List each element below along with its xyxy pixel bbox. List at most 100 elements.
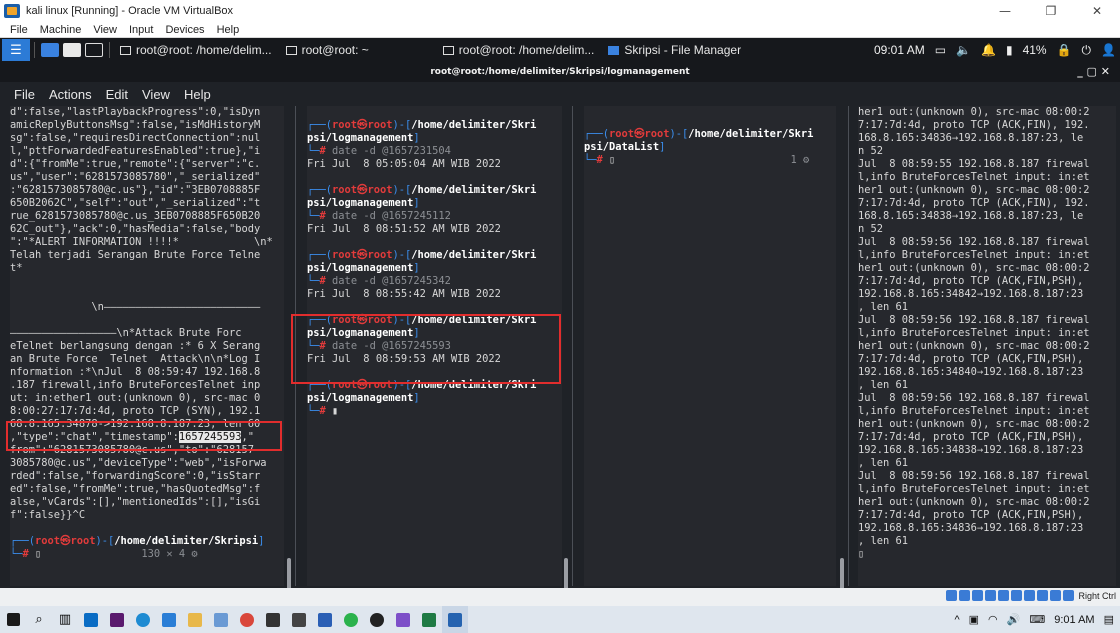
- menu-machine[interactable]: Machine: [40, 24, 82, 36]
- edge-icon[interactable]: [130, 606, 156, 633]
- cpu-icon[interactable]: [1050, 590, 1062, 601]
- term-menu-view[interactable]: View: [142, 87, 170, 102]
- usb-icon[interactable]: [998, 590, 1010, 601]
- task-label: root@root: /home/delim...: [458, 43, 595, 57]
- display-icon[interactable]: ▭: [935, 43, 946, 57]
- pane-1-log-output-tail: from":"6281573085780@c.us","to":"628157 …: [10, 444, 267, 521]
- close-icon[interactable]: ✕: [1074, 0, 1120, 22]
- volume-icon[interactable]: 🔈: [956, 43, 971, 57]
- kali-top-panel: ☰ root@root: /home/delim... root@root: ~…: [0, 38, 1120, 62]
- action-center-icon[interactable]: ▤: [1104, 613, 1114, 626]
- virtualbox-taskbar-icon[interactable]: [442, 606, 468, 633]
- search-icon[interactable]: ⌕: [26, 606, 52, 633]
- word-icon[interactable]: [312, 606, 338, 633]
- terminal-icon: [120, 45, 131, 55]
- display-icon[interactable]: [1024, 590, 1036, 601]
- pane-1-log-output: d":false,"lastPlaybackProgress":0,"isDyn…: [10, 106, 273, 430]
- panel-separator: [109, 42, 110, 58]
- task-label: Skripsi - File Manager: [624, 43, 742, 57]
- shared-folder-icon[interactable]: [1011, 590, 1023, 601]
- task-terminal-3[interactable]: root@root: /home/delim...: [437, 40, 601, 60]
- terminal-title: root@root:/home/delimiter/Skripsi/logman…: [430, 67, 690, 77]
- terminal-window-controls[interactable]: _ ▢ ✕: [1077, 65, 1110, 78]
- menu-devices[interactable]: Devices: [165, 24, 204, 36]
- file-manager-icon[interactable]: [63, 43, 81, 57]
- menu-help[interactable]: Help: [217, 24, 240, 36]
- vs-icon[interactable]: [390, 606, 416, 633]
- pane-3-scrollbar[interactable]: [564, 558, 568, 588]
- user-icon[interactable]: 👤: [1101, 43, 1116, 57]
- store-icon[interactable]: [78, 606, 104, 633]
- panel-clock[interactable]: 09:01 AM: [874, 43, 925, 57]
- whatsapp-icon[interactable]: [338, 606, 364, 633]
- guest-screen: ☰ root@root: /home/delim... root@root: ~…: [0, 38, 1120, 588]
- windows-start-icon[interactable]: [0, 606, 26, 633]
- github-icon[interactable]: [364, 606, 390, 633]
- vbox-device-icons: Right Ctrl: [944, 590, 1116, 601]
- term-menu-help[interactable]: Help: [184, 87, 211, 102]
- window-controls: — ❐ ✕: [982, 0, 1120, 22]
- power-icon[interactable]: ⏻: [1082, 43, 1092, 58]
- vbox-menubar: File Machine View Input Devices Help: [0, 22, 1120, 38]
- sublime-icon[interactable]: [260, 606, 286, 633]
- terminal-launcher-icon[interactable]: [85, 43, 103, 57]
- task-file-manager[interactable]: Skripsi - File Manager: [602, 40, 747, 60]
- mouse-integration-icon[interactable]: [1063, 590, 1075, 601]
- audio-icon[interactable]: [972, 590, 984, 601]
- desktop-icon[interactable]: [41, 43, 59, 57]
- chrome-icon[interactable]: [234, 606, 260, 633]
- keyboard-icon[interactable]: ⌨: [1029, 613, 1045, 626]
- restore-icon[interactable]: ❐: [1028, 0, 1074, 22]
- minimize-icon[interactable]: —: [982, 0, 1028, 22]
- tray-app-icon[interactable]: ▣: [969, 613, 979, 626]
- speaker-icon[interactable]: 🔊: [1007, 613, 1021, 626]
- task-view-icon[interactable]: ▥: [52, 606, 78, 633]
- exit-status: 130 ✕ 4 ⚙: [141, 548, 198, 560]
- battery-icon[interactable]: ▮: [1006, 43, 1013, 57]
- terminal-titlebar: root@root:/home/delimiter/Skripsi/logman…: [0, 62, 1120, 82]
- virtualbox-icon: [4, 4, 20, 18]
- chevron-up-icon[interactable]: ^: [954, 614, 959, 626]
- kali-menu-icon[interactable]: ☰: [2, 39, 30, 61]
- term-menu-edit[interactable]: Edit: [106, 87, 128, 102]
- host-key-label: Right Ctrl: [1078, 590, 1116, 601]
- lock-icon[interactable]: 🔒: [1057, 43, 1072, 57]
- menu-view[interactable]: View: [93, 24, 117, 36]
- xd-app-icon[interactable]: [104, 606, 130, 633]
- task-terminal-1[interactable]: root@root: /home/delim...: [114, 40, 278, 60]
- terminal-icon[interactable]: [286, 606, 312, 633]
- pane-divider[interactable]: [848, 106, 849, 586]
- windows-taskbar: ⌕ ▥ ^ ▣ ◠ 🔊 ⌨ 9:01 AM ▤: [0, 606, 1120, 633]
- network-icon[interactable]: [985, 590, 997, 601]
- terminal-pane-3[interactable]: ┌──(root㉿root)-[/home/delimiter/Skri psi…: [584, 106, 836, 586]
- battery-level: 41%: [1022, 43, 1047, 57]
- panel-tray: 09:01 AM ▭ 🔈 🔔 ▮ 41% 🔒 ⏻ 👤: [864, 38, 1116, 62]
- windows-clock[interactable]: 9:01 AM: [1054, 614, 1094, 626]
- menu-input[interactable]: Input: [129, 24, 153, 36]
- file-explorer-icon[interactable]: [182, 606, 208, 633]
- windows-tray: ^ ▣ ◠ 🔊 ⌨ 9:01 AM ▤: [945, 606, 1114, 633]
- paint-icon[interactable]: [208, 606, 234, 633]
- pane-4-scrollbar[interactable]: [840, 558, 844, 588]
- task-label: root@root: ~: [301, 43, 369, 57]
- vscode-icon[interactable]: [156, 606, 182, 633]
- optical-drive-icon[interactable]: [959, 590, 971, 601]
- task-terminal-2[interactable]: root@root: ~: [280, 40, 375, 60]
- term-menu-file[interactable]: File: [14, 87, 35, 102]
- window-title: kali linux [Running] - Oracle VM Virtual…: [26, 5, 234, 17]
- notification-bell-icon[interactable]: 🔔: [981, 43, 996, 57]
- pane-1-scrollbar[interactable]: [287, 558, 291, 588]
- excel-icon[interactable]: [416, 606, 442, 633]
- wifi-icon[interactable]: ◠: [988, 613, 998, 626]
- pane-4-firewall-log: her1 out:(unknown 0), src-mac 08:00:2 7:…: [858, 106, 1090, 547]
- pane-divider[interactable]: [572, 106, 573, 586]
- task-label: root@root: /home/delim...: [136, 43, 272, 57]
- recording-icon[interactable]: [1037, 590, 1049, 601]
- pane-1-prompt: ┌──(root㉿root)-[/home/delimiter/Skripsi]…: [10, 535, 265, 560]
- terminal-pane-1[interactable]: d":false,"lastPlaybackProgress":0,"isDyn…: [10, 106, 284, 586]
- terminal-pane-4[interactable]: her1 out:(unknown 0), src-mac 08:00:2 7:…: [858, 106, 1116, 586]
- menu-file[interactable]: File: [10, 24, 28, 36]
- term-menu-actions[interactable]: Actions: [49, 87, 92, 102]
- vbox-status-bar: Right Ctrl: [0, 588, 1120, 606]
- hdd-icon[interactable]: [946, 590, 958, 601]
